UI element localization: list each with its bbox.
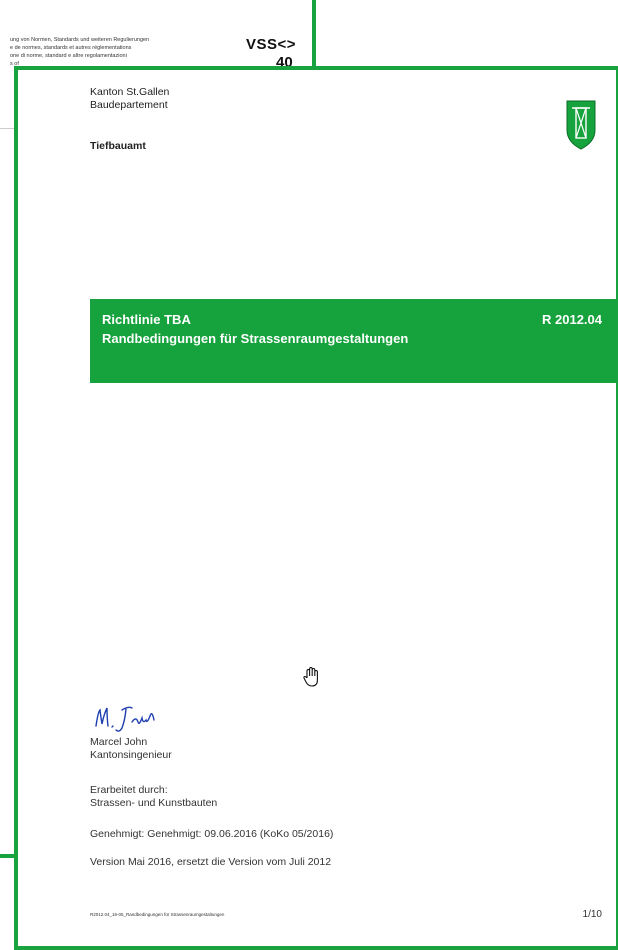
guideline-label: Richtlinie TBA	[102, 312, 191, 327]
main-document-page[interactable]: Kanton St.Gallen Baudepartement Tiefbaua…	[14, 66, 618, 950]
prepared-by-value: Strassen- und Kunstbauten	[90, 797, 218, 809]
signer-role: Kantonsingenieur	[90, 749, 172, 761]
signer-name: Marcel John	[90, 736, 148, 748]
version-text: Version Mai 2016, ersetzt die Version vo…	[90, 856, 332, 868]
office-name: Tiefbauamt	[90, 140, 146, 152]
background-header-line: ung von Normen, Standards und weiteren R…	[10, 37, 150, 43]
background-header-line: one di norme, standard e altre regolamen…	[10, 53, 127, 59]
page-number: 1/10	[582, 909, 602, 920]
footer-filename: R2012.04_16-05_Randbedingungen für Stras…	[90, 912, 225, 917]
background-header-text: ung von Normen, Standards und weiteren R…	[10, 36, 210, 68]
canton-header: Kanton St.Gallen Baudepartement	[90, 86, 169, 112]
canton-name: Kanton St.Gallen	[90, 86, 170, 98]
background-header-line: e de normes, standards et autres régleme…	[10, 45, 132, 51]
vss-logo: VSS<>	[246, 36, 297, 53]
prepared-by-label: Erarbeitet durch:	[90, 784, 168, 796]
title-banner: Richtlinie TBA Randbedingungen für Stras…	[90, 299, 616, 383]
signature-image	[95, 706, 155, 732]
approval-text: Genehmigt: Genehmigt: 09.06.2016 (KoKo 0…	[90, 828, 334, 840]
document-number: R 2012.04	[542, 312, 602, 327]
prepared-by-block: Erarbeitet durch: Strassen- und Kunstbau…	[90, 784, 217, 810]
document-title: Randbedingungen für Strassenraumgestaltu…	[102, 331, 409, 346]
st-gallen-crest-icon	[566, 100, 596, 150]
hand-cursor-icon	[303, 666, 318, 687]
signer-block: Marcel John Kantonsingenieur	[90, 736, 172, 762]
department-name: Baudepartement	[90, 99, 168, 111]
